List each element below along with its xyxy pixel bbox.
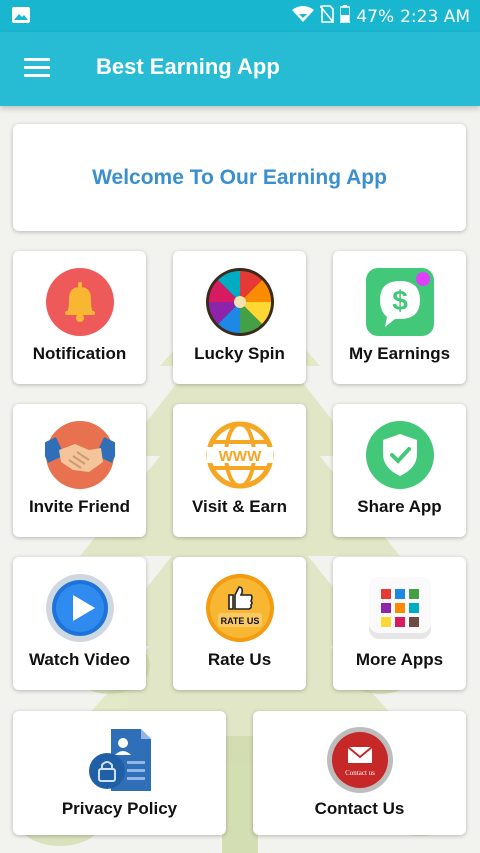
dollar-chat-icon: $ <box>365 268 434 336</box>
invite-friend-label: Invite Friend <box>28 497 131 516</box>
share-app-label: Share App <box>357 497 442 516</box>
spin-wheel-icon <box>205 268 274 336</box>
www-globe-icon: WWW <box>206 421 273 489</box>
gallery-notification-icon <box>12 7 30 27</box>
watch-video-label: Watch Video <box>28 650 131 669</box>
notification-tile[interactable]: Notification <box>13 251 146 384</box>
my-earnings-label: My Earnings <box>348 344 451 363</box>
battery-icon <box>339 5 352 28</box>
visit-earn-label: Visit & Earn <box>191 497 288 516</box>
welcome-card: Welcome To Our Earning App <box>13 124 466 231</box>
bell-icon <box>45 268 114 336</box>
privacy-policy-tile[interactable]: Privacy Policy <box>13 711 226 835</box>
clock: 2:23 AM <box>400 6 470 27</box>
notification-label: Notification <box>32 344 127 363</box>
play-icon <box>45 574 114 642</box>
rate-us-label: Rate Us <box>207 650 272 669</box>
share-app-tile[interactable]: Share App <box>333 404 466 537</box>
my-earnings-tile[interactable]: $ My Earnings <box>333 251 466 384</box>
watch-video-tile[interactable]: Watch Video <box>13 557 146 690</box>
contact-us-tile[interactable]: Contact us Contact Us <box>253 711 466 835</box>
welcome-text: Welcome To Our Earning App <box>92 165 387 189</box>
menu-icon[interactable] <box>24 58 50 78</box>
contact-us-label: Contact Us <box>314 799 405 818</box>
app-title: Best Earning App <box>96 54 280 79</box>
lucky-spin-label: Lucky Spin <box>194 344 285 363</box>
contact-envelope-icon: Contact us <box>326 727 393 793</box>
visit-earn-tile[interactable]: WWW Visit & Earn <box>173 404 306 537</box>
privacy-document-icon <box>88 729 151 791</box>
rate-us-tile[interactable]: RATE US Rate Us <box>173 557 306 690</box>
wifi-icon <box>292 5 315 28</box>
svg-text:Contact us: Contact us <box>345 769 375 777</box>
handshake-icon <box>44 421 115 489</box>
status-bar: 47% 2:23 AM <box>0 0 480 32</box>
battery-percent: 47% <box>356 6 395 27</box>
more-apps-tile[interactable]: More Apps <box>333 557 466 690</box>
invite-friend-tile[interactable]: Invite Friend <box>13 404 146 537</box>
svg-text:WWW: WWW <box>218 448 261 465</box>
svg-text:RATE US: RATE US <box>220 616 259 626</box>
no-sim-icon <box>319 5 335 28</box>
app-bar: Best Earning App <box>0 32 480 106</box>
more-apps-label: More Apps <box>355 650 444 669</box>
lucky-spin-tile[interactable]: Lucky Spin <box>173 251 306 384</box>
app-grid-icon <box>368 577 431 639</box>
thumbs-up-icon: RATE US <box>205 574 274 642</box>
shield-check-icon <box>365 421 434 489</box>
svg-text:$: $ <box>392 285 408 316</box>
privacy-policy-label: Privacy Policy <box>61 799 178 818</box>
